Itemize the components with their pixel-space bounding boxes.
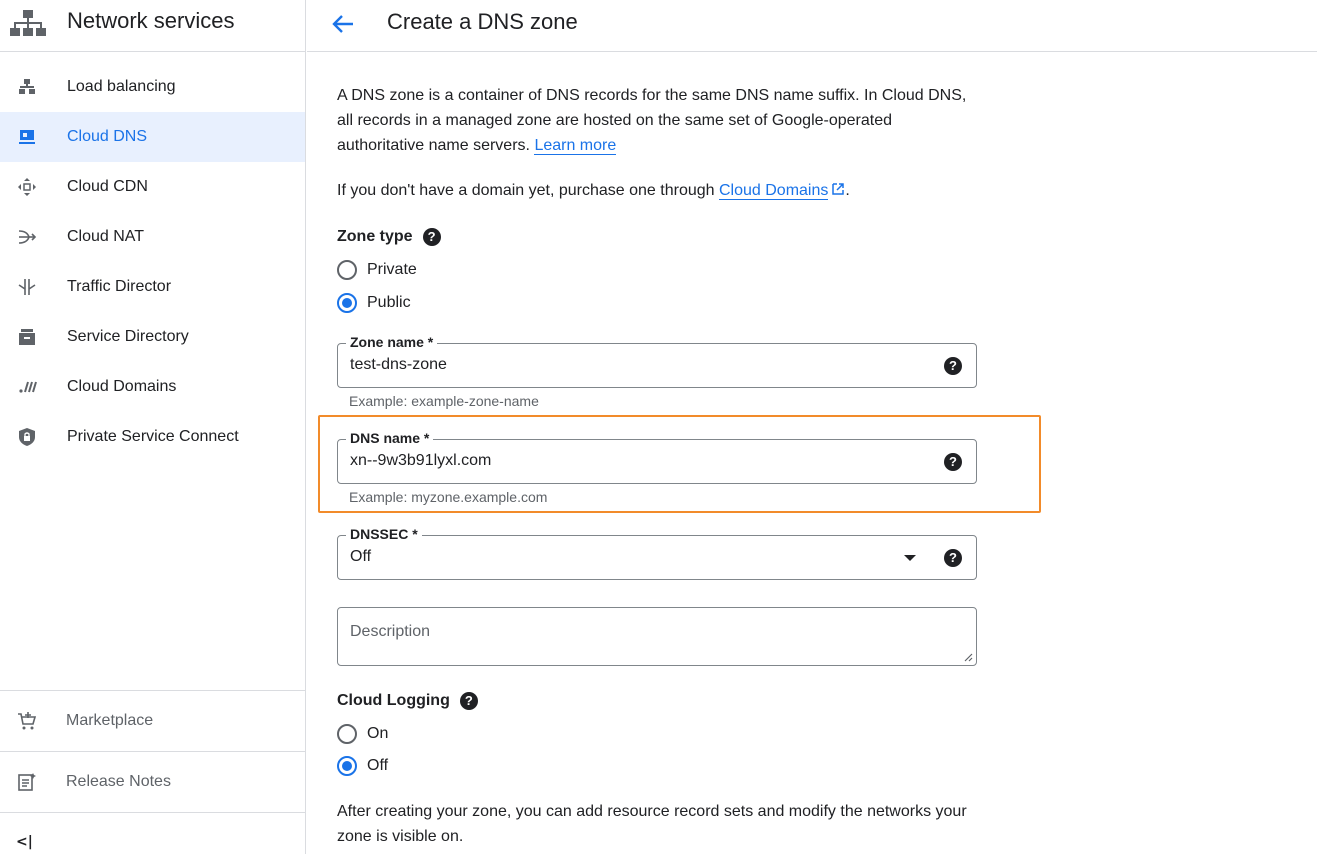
after-create-text: After creating your zone, you can add re… <box>337 799 967 849</box>
zone-type-label: Zone type ? <box>337 228 441 246</box>
dns-name-label: DNS name * <box>346 430 434 446</box>
cloud-logging-on-radio[interactable]: On <box>337 724 388 744</box>
sidebar-item-private-service-connect[interactable]: Private Service Connect <box>0 412 305 462</box>
radio-label: Private <box>367 261 417 278</box>
cloud-domains-icon <box>16 376 38 398</box>
traffic-director-icon <box>16 276 38 298</box>
zone-name-input[interactable]: test-dns-zone <box>350 356 447 374</box>
radio-label: Off <box>367 757 389 774</box>
sidebar-header: Network services <box>0 0 306 52</box>
network-services-logo-icon <box>10 10 46 36</box>
dns-name-input[interactable]: xn--9w3b91lyxl.com <box>350 452 491 470</box>
dns-name-hint: Example: myzone.example.com <box>349 489 548 505</box>
cloud-logging-off-radio[interactable]: Off <box>337 756 388 776</box>
dropdown-arrow-icon[interactable] <box>904 555 916 561</box>
private-service-connect-icon <box>16 426 38 448</box>
cloud-logging-help-icon[interactable]: ? <box>459 692 478 710</box>
cloud-nat-icon <box>16 226 38 248</box>
radio-circle[interactable] <box>337 724 357 744</box>
radio-circle[interactable] <box>337 260 357 280</box>
back-arrow-icon[interactable] <box>329 10 357 38</box>
description-placeholder: Description <box>350 623 431 640</box>
sidebar-item-label: Cloud DNS <box>67 128 148 145</box>
cloud-logging-label: Cloud Logging ? <box>337 692 478 710</box>
release-notes-icon <box>16 771 38 793</box>
sidebar-item-label: Load balancing <box>67 78 176 95</box>
sidebar-bottom: Marketplace Release Notes <box>0 690 305 812</box>
sidebar-item-cloud-dns[interactable]: Cloud DNS <box>0 112 305 162</box>
load-balancing-icon <box>16 76 38 98</box>
intro-line: authoritative name servers. Learn more <box>337 133 966 158</box>
intro-line: all records in a managed zone are hosted… <box>337 112 893 129</box>
learn-more-link[interactable]: Learn more <box>534 137 617 155</box>
cart-icon <box>16 710 38 732</box>
sidebar-item-marketplace[interactable]: Marketplace <box>0 690 305 751</box>
zone-type-title: Zone type <box>337 228 413 245</box>
cloud-logging-title: Cloud Logging <box>337 692 450 709</box>
description-textarea[interactable]: Description <box>337 607 977 666</box>
cloud-dns-icon <box>16 126 38 148</box>
sidebar-item-label: Cloud Domains <box>67 378 177 395</box>
dnssec-select[interactable]: DNSSEC * Off ? <box>337 526 977 580</box>
sidebar-item-load-balancing[interactable]: Load balancing <box>0 62 305 112</box>
cloud-domains-link-label: Cloud Domains <box>718 182 829 199</box>
sidebar: Network services Load balancing Cloud DN… <box>0 0 306 854</box>
sidebar-item-cloud-cdn[interactable]: Cloud CDN <box>0 162 305 212</box>
zone-name-label: Zone name * <box>346 334 438 350</box>
dns-name-field[interactable]: DNS name * xn--9w3b91lyxl.com ? <box>337 430 977 484</box>
radio-label: Public <box>367 294 411 311</box>
sidebar-nav: Load balancing Cloud DNS Cloud CDN Cloud… <box>0 62 305 462</box>
zone-name-hint: Example: example-zone-name <box>349 393 539 409</box>
resize-grip-icon[interactable] <box>963 652 973 662</box>
domain-suffix-text: . <box>845 182 850 199</box>
dnssec-value: Off <box>350 548 372 565</box>
after-create-line: zone is visible on. <box>337 828 464 845</box>
dnssec-help-icon[interactable]: ? <box>944 549 962 567</box>
radio-label: On <box>367 725 389 742</box>
sidebar-item-release-notes[interactable]: Release Notes <box>0 751 305 812</box>
page-title: Create a DNS zone <box>387 9 578 34</box>
sidebar-item-label: Marketplace <box>66 712 154 729</box>
after-create-line: After creating your zone, you can add re… <box>337 803 967 820</box>
sidebar-item-label: Traffic Director <box>67 278 172 295</box>
zone-type-private-radio[interactable]: Private <box>337 260 417 280</box>
external-link-icon <box>832 183 845 195</box>
intro-text: A DNS zone is a container of DNS records… <box>337 83 966 158</box>
sidebar-item-traffic-director[interactable]: Traffic Director <box>0 262 305 312</box>
sidebar-item-label: Cloud NAT <box>67 228 145 245</box>
sidebar-item-service-directory[interactable]: Service Directory <box>0 312 305 362</box>
collapse-sidebar-button[interactable]: <| <box>0 812 305 854</box>
intro-line: A DNS zone is a container of DNS records… <box>337 87 967 104</box>
sidebar-item-cloud-nat[interactable]: Cloud NAT <box>0 212 305 262</box>
page-header: Create a DNS zone <box>307 0 1317 52</box>
zone-type-public-radio[interactable]: Public <box>337 293 411 313</box>
zone-type-help-icon[interactable]: ? <box>422 228 441 246</box>
sidebar-title: Network services <box>67 8 235 33</box>
zone-name-field[interactable]: Zone name * test-dns-zone ? <box>337 334 977 388</box>
domain-prefix-text: If you don't have a domain yet, purchase… <box>337 182 715 199</box>
dns-name-help-icon[interactable]: ? <box>944 453 962 471</box>
sidebar-item-label: Private Service Connect <box>67 428 239 445</box>
cloud-cdn-icon <box>16 176 38 198</box>
service-directory-icon <box>16 326 38 348</box>
dnssec-label: DNSSEC * <box>346 526 422 542</box>
radio-circle[interactable] <box>337 756 357 776</box>
collapse-icon: <| <box>16 834 33 850</box>
sidebar-item-label: Cloud CDN <box>67 178 148 195</box>
domain-purchase-text: If you don't have a domain yet, purchase… <box>337 178 850 203</box>
sidebar-item-label: Release Notes <box>66 773 171 790</box>
sidebar-item-label: Service Directory <box>67 328 189 345</box>
zone-name-help-icon[interactable]: ? <box>944 357 962 375</box>
sidebar-item-cloud-domains[interactable]: Cloud Domains <box>0 362 305 412</box>
radio-circle[interactable] <box>337 293 357 313</box>
intro-line-text: authoritative name servers. <box>337 137 530 154</box>
cloud-domains-link[interactable]: Cloud Domains <box>718 182 829 200</box>
